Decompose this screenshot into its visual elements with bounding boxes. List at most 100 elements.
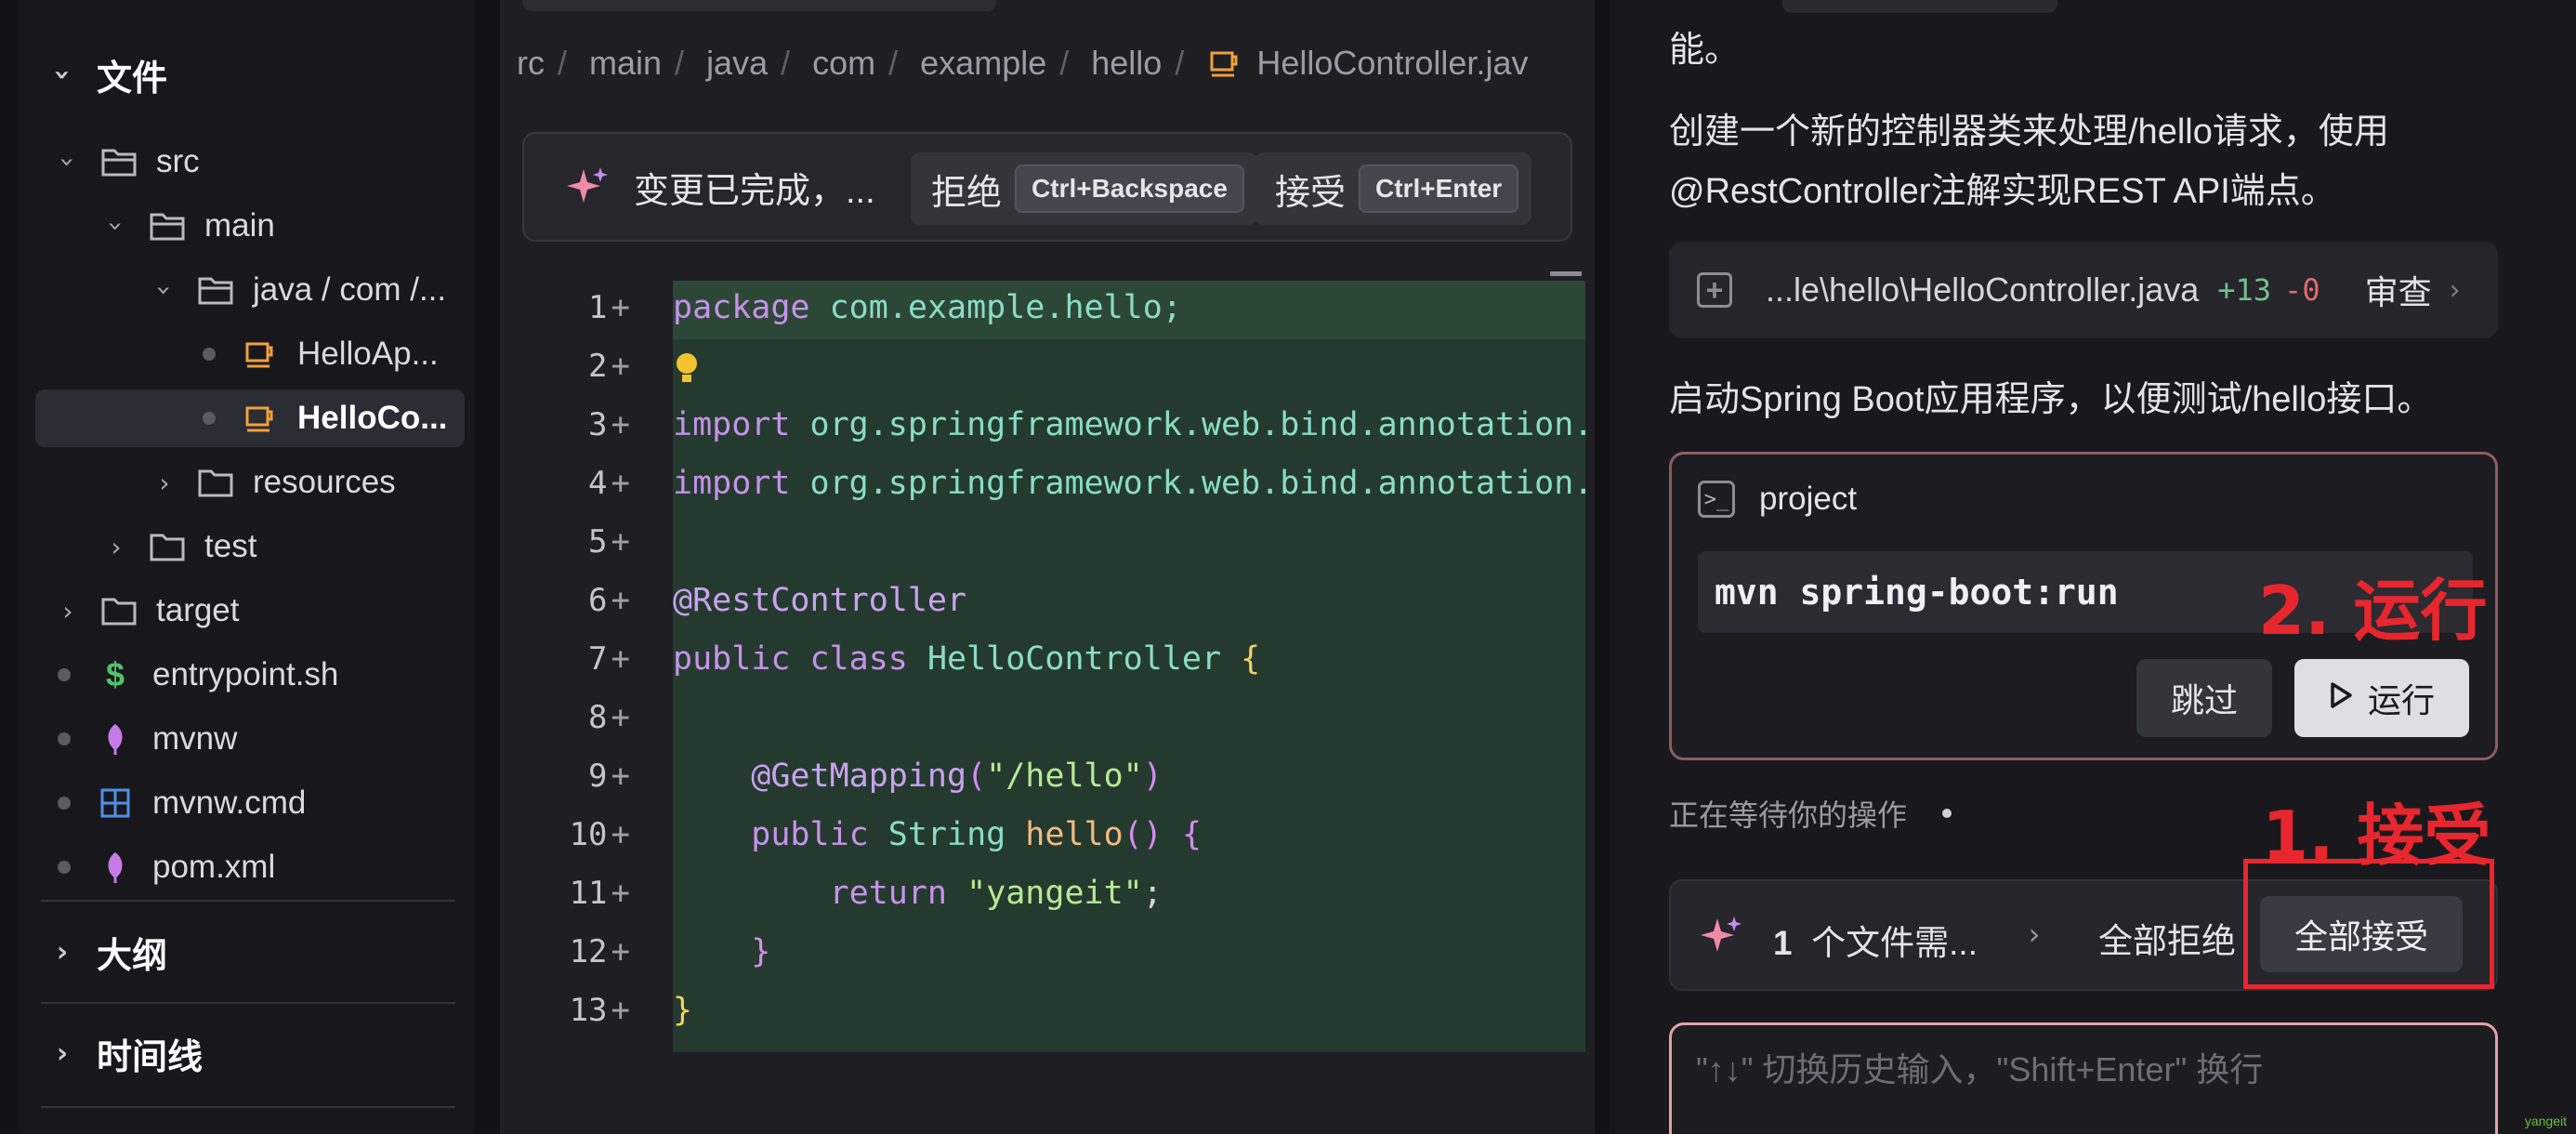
accept-change-button[interactable]: 接受 Ctrl+Enter [1255,152,1532,225]
java-cup-icon [1206,45,1243,82]
file-status-dot [58,861,71,874]
run-button[interactable]: 运行 [2294,659,2469,737]
breadcrumb: rc / main / java / com / example / hello / Hel… [517,44,1529,83]
files-section-header[interactable]: › 文件 [46,46,168,102]
tree-item-resources[interactable]: › resources [19,454,465,511]
accept-label: 接受 [1275,173,1347,213]
feather-icon [97,720,134,758]
reject-change-button[interactable]: 拒绝 Ctrl+Backspace [911,152,1257,225]
breadcrumb-item[interactable]: hello [1091,44,1162,83]
review-button[interactable]: 审查 › [2365,266,2465,314]
sparkle-icon [565,165,610,215]
chat-input[interactable] [1696,1042,2477,1098]
feather-icon [97,849,134,886]
line-number: 5 + [588,523,630,560]
chevron-right-icon: › [62,595,73,626]
tree-item-src[interactable]: › src [19,133,465,191]
timeline-section-header[interactable]: › 时间线 [52,1025,203,1081]
breadcrumb-item[interactable]: rc [517,44,545,83]
breadcrumb-file[interactable]: HelloController.jav [1256,44,1528,83]
section-divider [41,1106,455,1108]
play-icon [2329,679,2353,718]
line-number: 2 + [588,348,630,385]
tree-item-pom[interactable]: pom.xml [19,838,465,896]
tree-item-mvnw[interactable]: mvnw [19,710,465,768]
line-number: 6 + [588,582,630,619]
code-line: public class HelloController { [673,640,1261,678]
java-cup-icon [242,336,279,373]
reject-label: 拒绝 [931,173,1003,213]
line-number: 1 + [588,289,630,326]
chat-text: 启动Spring Boot应用程序，以便测试/hello接口。 [1669,380,2433,419]
code-line: public String hello() { [673,816,1202,853]
skip-button[interactable]: 跳过 [2136,659,2272,737]
dollar-script-icon: $ [105,655,125,693]
tree-item-label: entrypoint.sh [152,656,339,692]
changed-file-card[interactable]: + ...le\hello\HelloController.java +13 -… [1669,242,2498,338]
deletions-count: -0 [2284,272,2320,308]
file-added-icon: + [1697,272,1732,308]
tree-item-hellocontroller[interactable]: HelloCo... [35,389,465,447]
changed-file-path: ...le\hello\HelloController.java [1766,270,2200,309]
timeline-section-title: 时间线 [97,1037,204,1077]
code-line: package com.example.hello; [673,289,1182,326]
outline-section-header[interactable]: › 大纲 [52,924,167,980]
folder-open-icon [100,143,138,180]
breadcrumb-item[interactable]: java [706,44,768,83]
code-editor: rc / main / java / com / example / hello / Hel… [500,0,1595,1134]
run-label: 运行 [2367,681,2435,719]
chevron-down-icon: › [52,156,84,167]
code-area[interactable]: 1 + 2 + 3 + 4 + 5 + 6 + 7 + 8 + 9 + 10 + 11 + 12 + 1… [500,279,1595,1060]
loading-dot-icon [1942,809,1952,818]
file-status-dot [203,348,216,361]
annotation-step-2: 2. 运行 [2258,572,2488,650]
sparkle-icon [1699,915,1743,964]
tree-item-label: HelloCo... [297,400,448,436]
tree-item-label: mvnw.cmd [152,785,307,821]
code-line: } [673,992,693,1029]
java-cup-icon [242,400,279,437]
chat-text: 创建一个新的控制器类来处理/hello请求，使用 [1669,112,2389,152]
chat-input-box[interactable] [1669,1022,2498,1134]
additions-count: +13 [2217,272,2272,308]
line-number: 12 + [569,933,630,970]
tree-item-label: resources [253,464,396,500]
tree-item-entrypoint[interactable]: $ entrypoint.sh [19,646,465,704]
line-number: 10 + [569,816,630,853]
windows-icon [97,785,134,822]
chevron-down-icon: › [149,284,180,296]
reject-all-button[interactable]: 全部拒绝 [2098,913,2236,963]
line-number: 4 + [588,465,630,502]
chevron-right-icon: › [111,531,122,562]
terminal-icon: >_ [1698,481,1735,518]
chevron-right-icon: › [56,1036,69,1070]
section-divider [41,1002,455,1004]
folder-icon [149,528,186,565]
chevron-right-icon: › [2449,273,2461,307]
code-line: @RestController [673,582,967,619]
file-status-dot [203,412,216,425]
chevron-right-icon[interactable]: › [2024,916,2044,952]
line-number: 11 + [569,875,630,912]
tree-item-main[interactable]: › main [19,197,465,255]
file-explorer-sidebar: › 文件 › src › main › java / com /... Hell… [19,0,474,1134]
code-line: return "yangeit"; [673,875,1163,912]
scrollbar-marker[interactable] [1550,271,1582,276]
breadcrumb-item[interactable]: main [589,44,662,83]
code-line: } [673,933,771,970]
code-line: @GetMapping("/hello") [673,758,1163,795]
tree-item-helloapplication[interactable]: HelloAp... [19,325,465,383]
tree-item-test[interactable]: › test [19,518,465,575]
breadcrumb-item[interactable]: com [812,44,875,83]
diff-action-bar: 变更已完成，... 拒绝 Ctrl+Backspace 接受 Ctrl+Ente… [522,132,1572,242]
chevron-down-icon: › [46,68,79,81]
tree-item-label: target [156,592,240,628]
breadcrumb-item[interactable]: example [920,44,1046,83]
pending-files-summary[interactable]: 1 个文件需... [1773,915,1978,965]
tree-item-target[interactable]: › target [19,582,465,640]
terminal-header: >_ project [1698,481,1857,518]
lightbulb-icon[interactable] [673,349,701,386]
tree-item-java-com[interactable]: › java / com /... [19,261,465,319]
line-number: 7 + [588,640,630,678]
tree-item-mvnw-cmd[interactable]: mvnw.cmd [19,774,465,832]
